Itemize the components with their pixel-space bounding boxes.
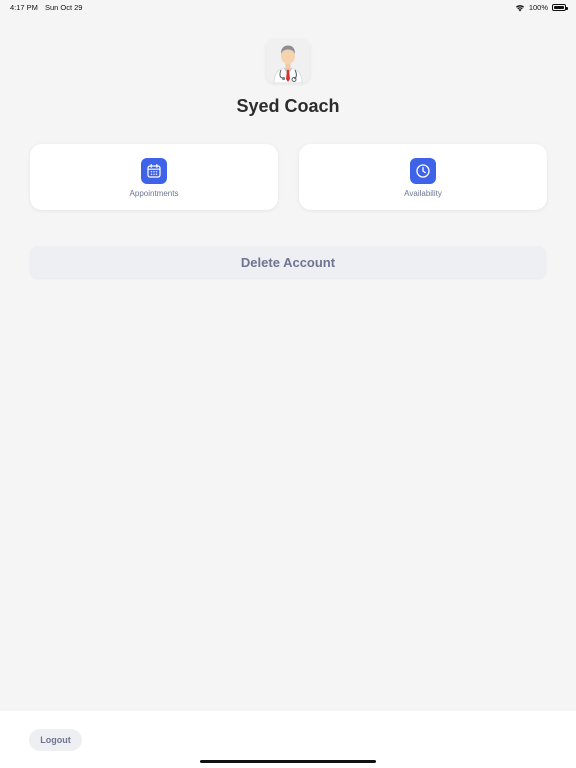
- battery-icon: [552, 4, 568, 11]
- availability-card[interactable]: Availability: [299, 144, 547, 210]
- logout-button[interactable]: Logout: [29, 729, 82, 751]
- coach-name: Syed Coach: [236, 96, 340, 116]
- status-left: 4:17 PM Sun Oct 29: [10, 3, 82, 12]
- home-indicator: [200, 760, 376, 763]
- delete-account-button[interactable]: Delete Account: [30, 246, 546, 278]
- doctor-avatar-icon: [266, 39, 310, 83]
- clock-icon: [410, 158, 436, 184]
- availability-label: Availability: [404, 189, 442, 198]
- bottom-bar: Logout: [0, 711, 576, 768]
- wifi-icon: [515, 4, 524, 11]
- status-date: Sun Oct 29: [44, 3, 83, 12]
- appointments-card[interactable]: Appointments: [30, 144, 278, 210]
- status-right: 100%: [515, 3, 568, 12]
- status-time: 4:17 PM: [10, 3, 38, 12]
- battery-percentage: 100%: [528, 3, 548, 12]
- status-bar: 4:17 PM Sun Oct 29 100%: [0, 0, 576, 16]
- appointments-label: Appointments: [129, 189, 179, 198]
- calendar-icon: [141, 158, 167, 184]
